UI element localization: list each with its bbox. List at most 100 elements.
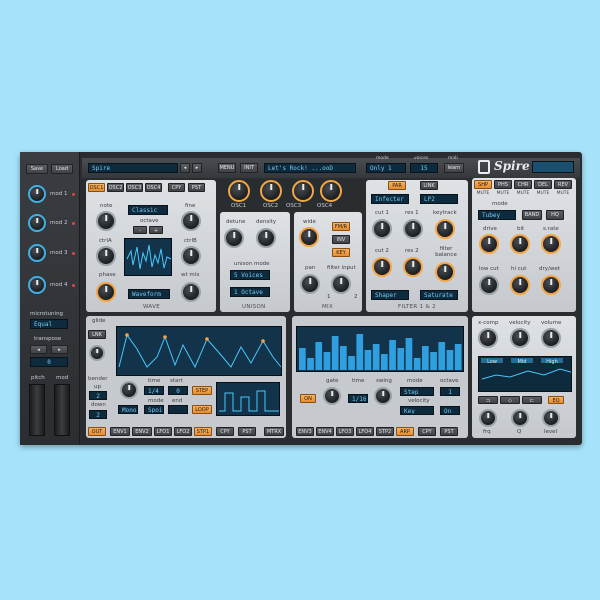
eq-level-knob[interactable] bbox=[542, 409, 560, 427]
wave-type-display[interactable]: Classic bbox=[128, 205, 168, 215]
fx-delay-tab[interactable]: DEL bbox=[534, 180, 552, 189]
microtuning-display[interactable]: Equal bbox=[30, 319, 68, 329]
mod-2-knob[interactable] bbox=[28, 214, 46, 232]
out-tab[interactable]: OUT bbox=[88, 427, 106, 436]
eq-high-button[interactable]: High bbox=[540, 357, 564, 365]
arp-step-bar[interactable] bbox=[405, 338, 413, 370]
volume-knob[interactable] bbox=[541, 328, 561, 348]
env-copy-button[interactable]: CPY bbox=[216, 427, 234, 436]
filter-balance-knob[interactable] bbox=[435, 262, 455, 282]
osc3-tab[interactable]: OSC3 bbox=[126, 183, 143, 192]
filter-link-button[interactable]: LINK bbox=[420, 181, 438, 190]
patch-name-display[interactable]: Let's Rock! ...ooD bbox=[264, 163, 356, 173]
glide-link-button[interactable]: LNK bbox=[88, 330, 106, 339]
unison-octave-display[interactable]: 1 Octave bbox=[230, 287, 270, 297]
wt-mix-knob[interactable] bbox=[181, 282, 201, 302]
stp2-tab[interactable]: STP2 bbox=[376, 427, 394, 436]
inv-button[interactable]: INV bbox=[332, 235, 350, 244]
cut2-knob[interactable] bbox=[372, 257, 392, 277]
low-cut-knob[interactable] bbox=[479, 275, 499, 295]
octave-down-button[interactable]: - bbox=[133, 226, 147, 234]
res2-knob[interactable] bbox=[403, 257, 423, 277]
arp-step-bar[interactable] bbox=[323, 352, 331, 370]
preset-prev-button[interactable]: ◂ bbox=[180, 163, 190, 173]
arp-step-bar[interactable] bbox=[372, 344, 380, 370]
env-mode-display[interactable]: Mono bbox=[118, 405, 138, 414]
env-time-knob[interactable] bbox=[120, 381, 138, 399]
fx-hq-button[interactable]: HQ bbox=[546, 210, 564, 220]
bender-up-display[interactable]: 2 bbox=[89, 391, 107, 400]
env2-tab[interactable]: ENV2 bbox=[132, 427, 152, 436]
dry-wet-knob[interactable] bbox=[541, 275, 561, 295]
octave-up-button[interactable]: + bbox=[149, 226, 163, 234]
hi-cut-knob[interactable] bbox=[510, 275, 530, 295]
fx-shaper-tab[interactable]: SHP bbox=[474, 180, 492, 189]
env-end-display[interactable]: Spoi bbox=[144, 405, 164, 414]
master-velocity-knob[interactable] bbox=[510, 328, 530, 348]
arp-step-bar[interactable] bbox=[356, 334, 364, 370]
stp1-tab[interactable]: STP1 bbox=[194, 427, 212, 436]
eq-mid-button[interactable]: Mid bbox=[510, 357, 534, 365]
wide-knob[interactable] bbox=[299, 227, 319, 247]
load-button[interactable]: Load bbox=[51, 164, 73, 174]
osc4-level-knob[interactable] bbox=[320, 180, 342, 202]
arp-step-bar[interactable] bbox=[307, 358, 314, 370]
arp-step-bar[interactable] bbox=[331, 336, 339, 370]
eq-peak-button[interactable]: ◇ bbox=[500, 396, 520, 404]
arp-step-bar[interactable] bbox=[364, 350, 372, 370]
env1-tab[interactable]: ENV1 bbox=[110, 427, 130, 436]
fx-delay-mute[interactable]: MUTE bbox=[534, 191, 552, 196]
eq-low-button[interactable]: Low bbox=[480, 357, 504, 365]
env-loop-button[interactable]: LOOP bbox=[192, 405, 212, 414]
eq-enable-button[interactable]: EQ bbox=[548, 396, 564, 404]
density-knob[interactable] bbox=[256, 228, 276, 248]
menu-button[interactable]: MENU bbox=[218, 163, 236, 173]
arp-velocity-display[interactable]: Key bbox=[400, 406, 434, 415]
pitch-wheel[interactable] bbox=[29, 384, 45, 436]
preset-display[interactable]: Spire bbox=[88, 163, 178, 173]
arp-step-bar[interactable] bbox=[454, 344, 462, 370]
fx-mode-display[interactable]: Tubey bbox=[478, 210, 516, 220]
osc1-level-knob[interactable] bbox=[228, 180, 250, 202]
mod-wheel[interactable] bbox=[54, 384, 70, 436]
lfo4-tab[interactable]: LFO4 bbox=[356, 427, 374, 436]
arp-step-bar[interactable] bbox=[299, 348, 306, 370]
fine-knob[interactable] bbox=[181, 211, 201, 231]
srate-knob[interactable] bbox=[541, 234, 561, 254]
voices-display[interactable]: 15 bbox=[410, 163, 438, 173]
filter2-type-display[interactable]: LP2 bbox=[420, 194, 458, 204]
key-button[interactable]: KEY bbox=[332, 248, 350, 257]
arp-swing-knob[interactable] bbox=[374, 387, 392, 405]
fx-phaser-mute[interactable]: MUTE bbox=[494, 191, 512, 196]
arp-step-bar[interactable] bbox=[446, 350, 454, 370]
arp-step-bar[interactable] bbox=[413, 358, 421, 370]
eq-highshelf-button[interactable]: ⊏ bbox=[522, 396, 542, 404]
env-end-value-display[interactable] bbox=[168, 405, 188, 414]
mod-4-knob[interactable] bbox=[28, 276, 46, 294]
arp-time-display[interactable]: 1/16 bbox=[348, 394, 368, 403]
arp-step-bar[interactable] bbox=[397, 348, 405, 370]
osc-copy-button[interactable]: CPY bbox=[168, 183, 185, 192]
osc-paste-button[interactable]: PST bbox=[188, 183, 205, 192]
unison-mode-display[interactable]: 5 Voices bbox=[230, 270, 270, 280]
preset-next-button[interactable]: ▸ bbox=[192, 163, 202, 173]
arp-paste-button[interactable]: PST bbox=[440, 427, 458, 436]
init-button[interactable]: INIT bbox=[240, 163, 258, 173]
fx-shaper-mute[interactable]: MUTE bbox=[474, 191, 492, 196]
note-knob[interactable] bbox=[96, 211, 116, 231]
eq-freq-knob[interactable] bbox=[479, 409, 497, 427]
filter-input-knob[interactable] bbox=[331, 274, 351, 294]
arp-tab[interactable]: ARP bbox=[396, 427, 414, 436]
cut1-knob[interactable] bbox=[372, 219, 392, 239]
arp-step-bar[interactable] bbox=[348, 356, 355, 370]
fx-phaser-tab[interactable]: PHS bbox=[494, 180, 512, 189]
phase-knob[interactable] bbox=[96, 282, 116, 302]
osc2-level-knob[interactable] bbox=[260, 180, 282, 202]
detune-knob[interactable] bbox=[224, 228, 244, 248]
midi-learn-button[interactable]: learn bbox=[444, 163, 464, 173]
eq-lowshelf-button[interactable]: ⊐ bbox=[478, 396, 498, 404]
shaper-display[interactable]: Shaper bbox=[371, 290, 409, 300]
fx-chorus-tab[interactable]: CHR bbox=[514, 180, 532, 189]
ctrlB-knob[interactable] bbox=[181, 246, 201, 266]
osc4-tab[interactable]: OSC4 bbox=[145, 183, 162, 192]
